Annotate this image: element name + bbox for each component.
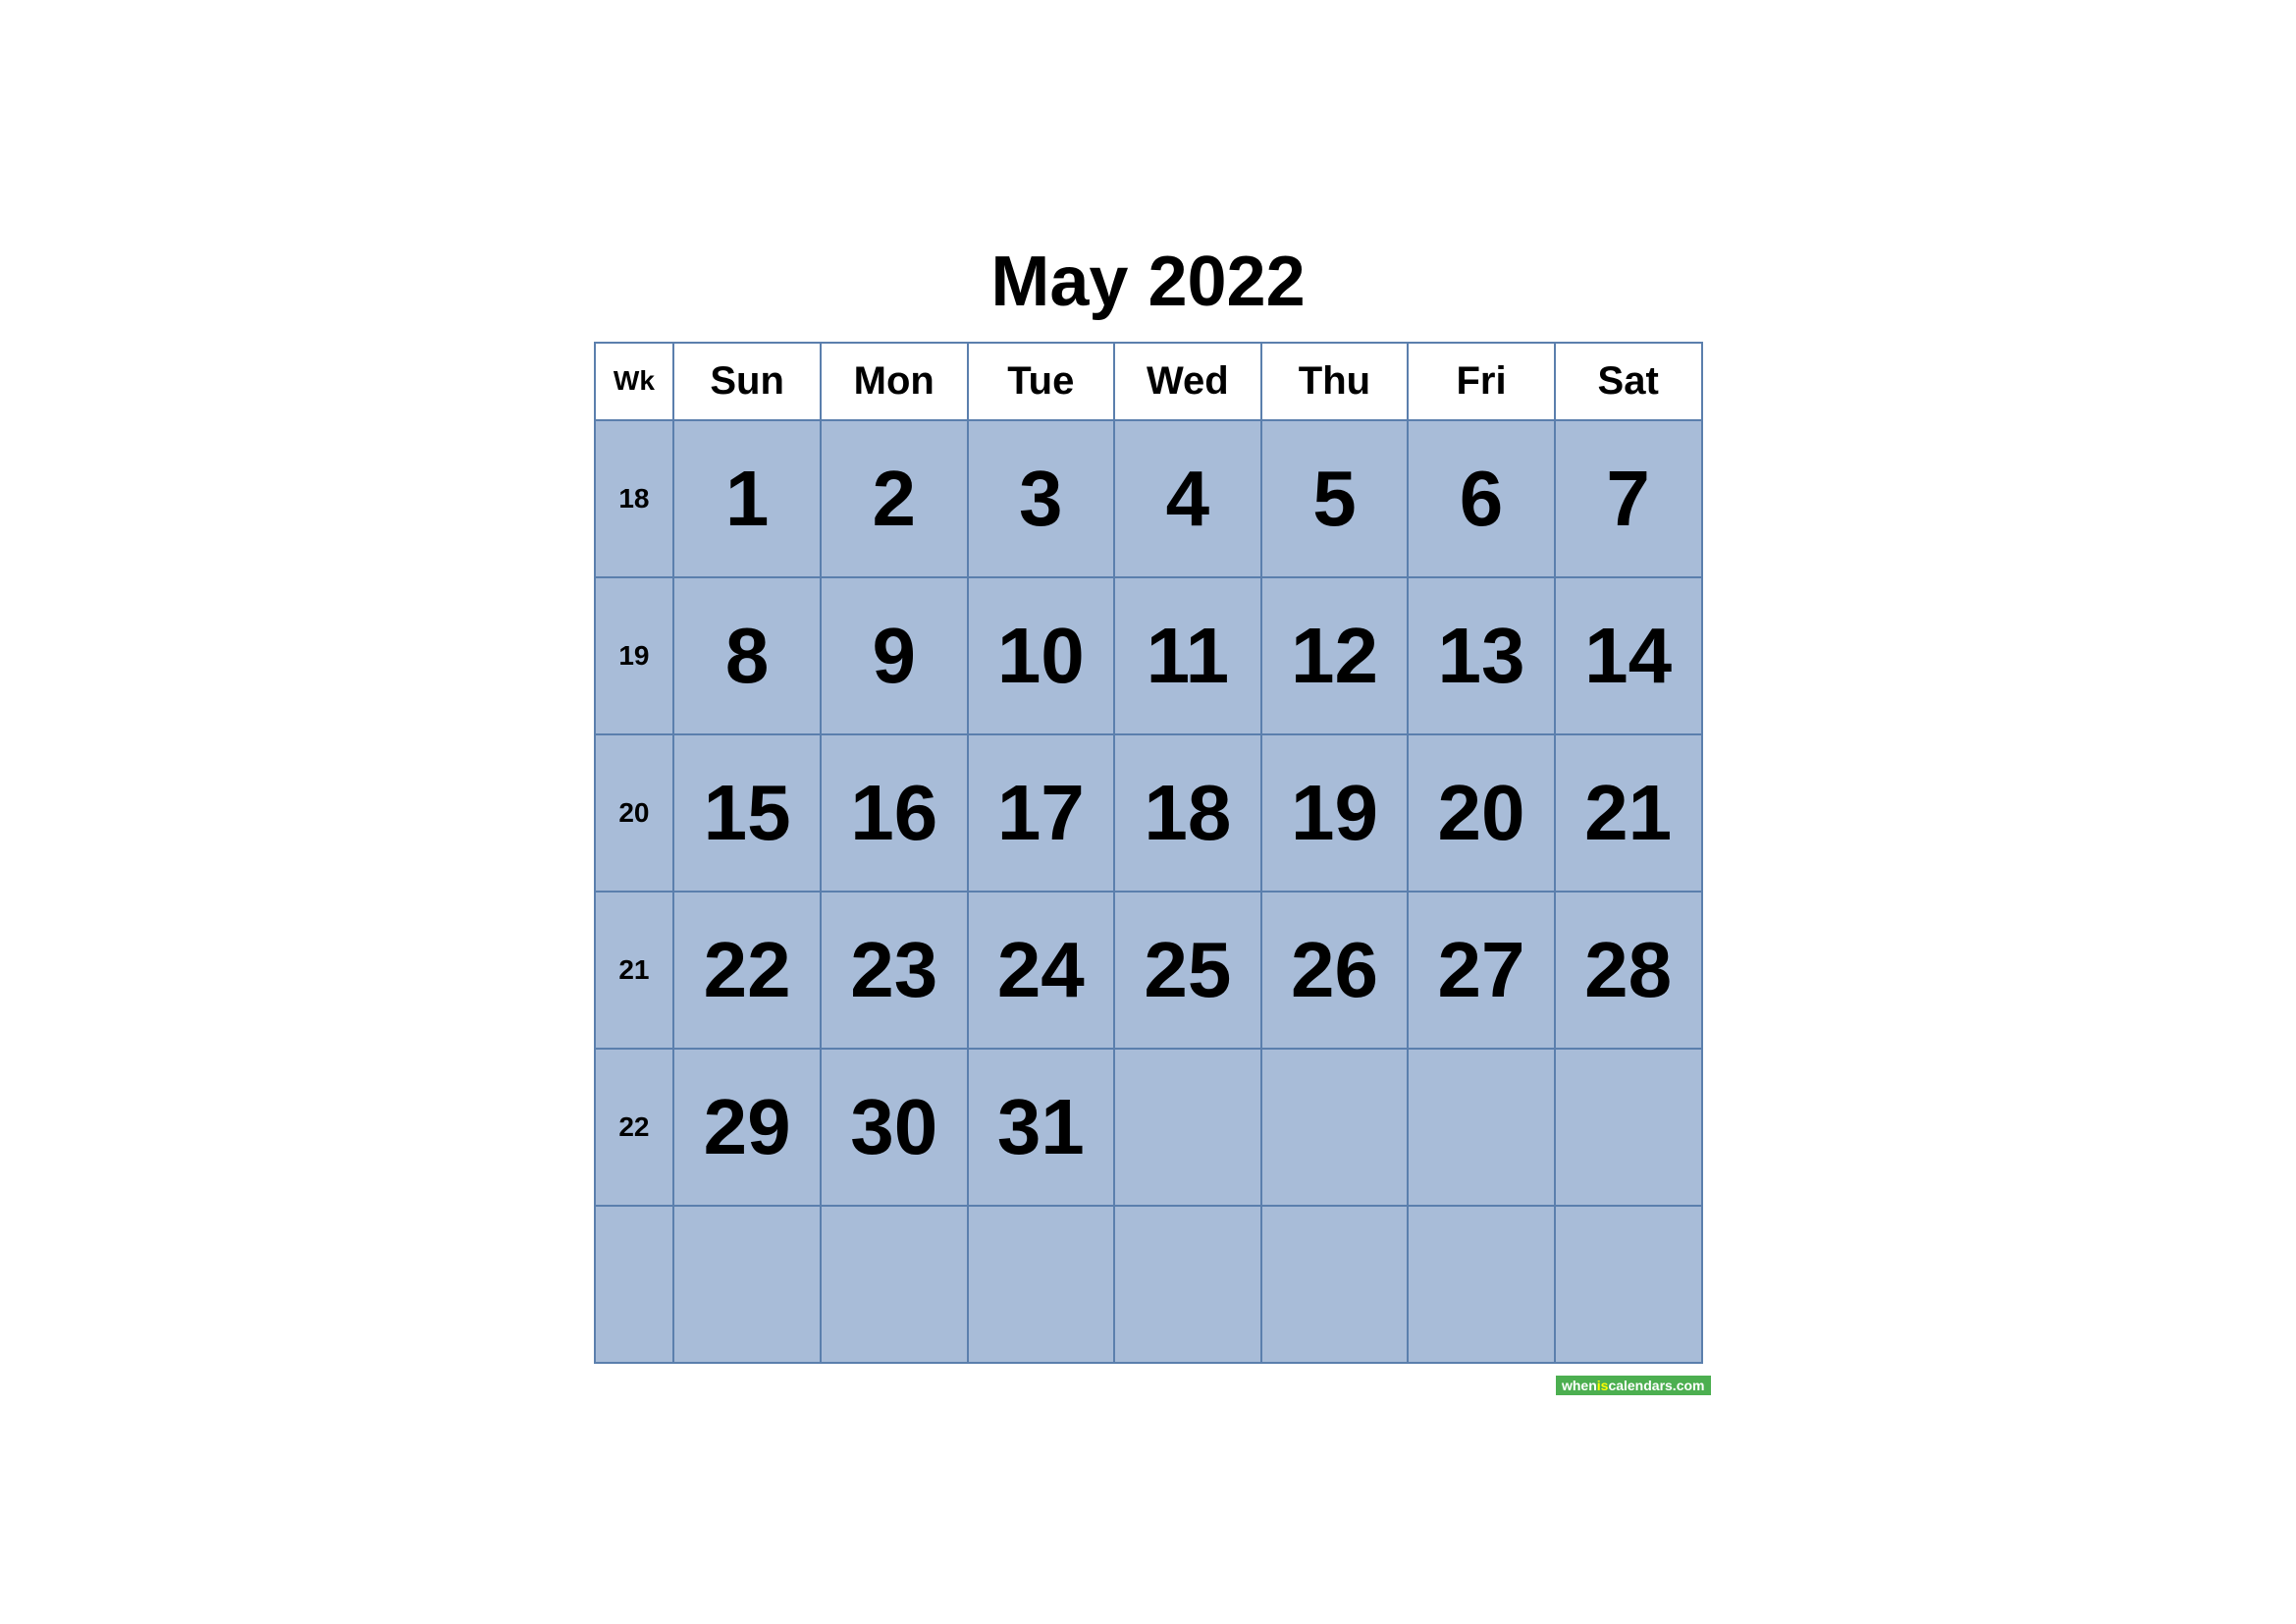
day-cell: 29 bbox=[673, 1049, 821, 1206]
day-cell: 20 bbox=[1408, 734, 1555, 892]
header-thu: Thu bbox=[1261, 343, 1409, 420]
header-row: Wk Sun Mon Tue Wed Thu Fri Sat bbox=[595, 343, 1702, 420]
day-cell: 14 bbox=[1555, 577, 1702, 734]
wk-num-1: 18 bbox=[595, 420, 674, 577]
header-sun: Sun bbox=[673, 343, 821, 420]
day-cell bbox=[1261, 1049, 1409, 1206]
day-cell: 26 bbox=[1261, 892, 1409, 1049]
day-cell: 24 bbox=[968, 892, 1115, 1049]
day-cell bbox=[1114, 1049, 1261, 1206]
day-cell: 9 bbox=[821, 577, 968, 734]
day-cell bbox=[968, 1206, 1115, 1363]
week-row-3: 2015161718192021 bbox=[595, 734, 1702, 892]
watermark: wheniscalendars.com bbox=[1556, 1376, 1711, 1395]
day-cell: 28 bbox=[1555, 892, 1702, 1049]
day-cell: 8 bbox=[673, 577, 821, 734]
header-wk: Wk bbox=[595, 343, 674, 420]
wk-num-4: 21 bbox=[595, 892, 674, 1049]
wk-num-5: 22 bbox=[595, 1049, 674, 1206]
day-cell: 7 bbox=[1555, 420, 1702, 577]
wk-num-6 bbox=[595, 1206, 674, 1363]
day-cell: 12 bbox=[1261, 577, 1409, 734]
day-cell bbox=[1555, 1206, 1702, 1363]
day-cell: 16 bbox=[821, 734, 968, 892]
day-cell: 25 bbox=[1114, 892, 1261, 1049]
day-cell: 30 bbox=[821, 1049, 968, 1206]
wk-num-3: 20 bbox=[595, 734, 674, 892]
week-row-4: 2122232425262728 bbox=[595, 892, 1702, 1049]
header-fri: Fri bbox=[1408, 343, 1555, 420]
calendar-table: Wk Sun Mon Tue Wed Thu Fri Sat 181234567… bbox=[594, 342, 1703, 1364]
watermark-is: is bbox=[1597, 1378, 1609, 1393]
header-mon: Mon bbox=[821, 343, 968, 420]
day-cell: 22 bbox=[673, 892, 821, 1049]
day-cell: 3 bbox=[968, 420, 1115, 577]
day-cell: 13 bbox=[1408, 577, 1555, 734]
header-wed: Wed bbox=[1114, 343, 1261, 420]
day-cell bbox=[1408, 1206, 1555, 1363]
day-cell bbox=[1408, 1049, 1555, 1206]
day-cell: 17 bbox=[968, 734, 1115, 892]
day-cell: 1 bbox=[673, 420, 821, 577]
week-row-2: 19891011121314 bbox=[595, 577, 1702, 734]
day-cell: 21 bbox=[1555, 734, 1702, 892]
week-row-6 bbox=[595, 1206, 1702, 1363]
wk-num-2: 19 bbox=[595, 577, 674, 734]
day-cell: 19 bbox=[1261, 734, 1409, 892]
page-wrapper: May 2022 Wk Sun Mon Tue Wed Thu Fri Sat … bbox=[574, 222, 1723, 1403]
day-cell: 11 bbox=[1114, 577, 1261, 734]
day-cell bbox=[1555, 1049, 1702, 1206]
header-tue: Tue bbox=[968, 343, 1115, 420]
week-row-5: 22293031 bbox=[595, 1049, 1702, 1206]
watermark-cal: calendars.com bbox=[1608, 1378, 1704, 1393]
day-cell: 10 bbox=[968, 577, 1115, 734]
day-cell bbox=[1261, 1206, 1409, 1363]
day-cell: 31 bbox=[968, 1049, 1115, 1206]
calendar-body: 1812345671989101112131420151617181920212… bbox=[595, 420, 1702, 1363]
day-cell: 15 bbox=[673, 734, 821, 892]
day-cell: 4 bbox=[1114, 420, 1261, 577]
day-cell bbox=[673, 1206, 821, 1363]
day-cell bbox=[821, 1206, 968, 1363]
day-cell: 23 bbox=[821, 892, 968, 1049]
header-sat: Sat bbox=[1555, 343, 1702, 420]
watermark-when: when bbox=[1562, 1378, 1597, 1393]
day-cell bbox=[1114, 1206, 1261, 1363]
day-cell: 2 bbox=[821, 420, 968, 577]
day-cell: 18 bbox=[1114, 734, 1261, 892]
day-cell: 6 bbox=[1408, 420, 1555, 577]
week-row-1: 181234567 bbox=[595, 420, 1702, 577]
day-cell: 5 bbox=[1261, 420, 1409, 577]
day-cell: 27 bbox=[1408, 892, 1555, 1049]
calendar-title: May 2022 bbox=[594, 242, 1703, 322]
